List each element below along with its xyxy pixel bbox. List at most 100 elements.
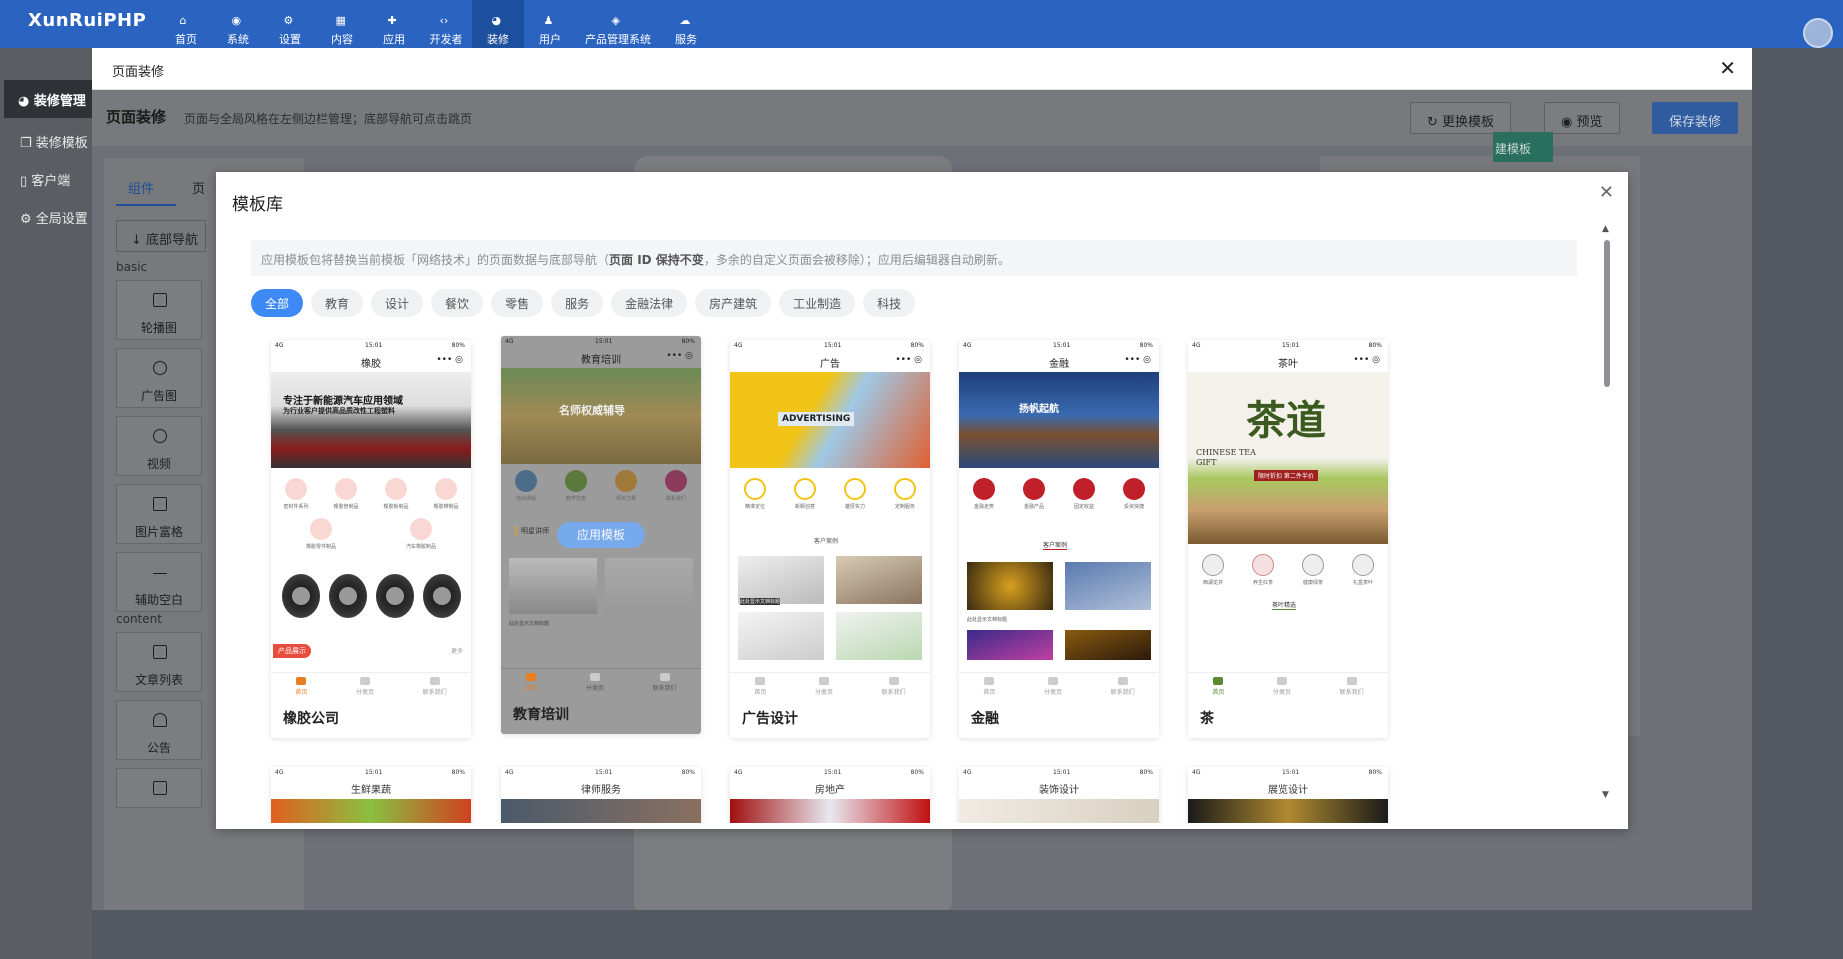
mini-tab: 分类页 [356, 677, 374, 696]
template-card-education[interactable]: 4G 15:01 80% 教育培训 ••• ◎ 名师权威辅导 培训课程 教学优势 师资… [501, 336, 701, 734]
scrollbar[interactable]: ▲ ▼ [1602, 224, 1610, 800]
category-icon: 金融走势 [960, 478, 1008, 510]
button-label: 更换模板 [1442, 115, 1495, 130]
filter-chip[interactable]: 服务 [551, 289, 604, 317]
bell-icon [153, 713, 167, 727]
component-label: 公告 [146, 741, 171, 755]
change-template-button[interactable]: ↻ 更换模板 [1410, 102, 1512, 134]
signal: 4G [963, 342, 972, 349]
notice-bar: 应用模板包将替换当前模板「网络技术」的页面数据与底部导航（页面 ID 保持不变，… [251, 240, 1577, 276]
sidebar-item-client[interactable]: ▯ 客户端 [0, 163, 92, 193]
avatar[interactable] [1803, 18, 1833, 48]
mini-nav-title: 广告 ••• ◎ [730, 352, 930, 372]
status-bar: 4G 15:01 80% [730, 340, 930, 352]
component-image-grid[interactable]: 图片富格 [116, 484, 202, 544]
icon-grid: 金融走势 金融产品 固定收益 投资快捷 [959, 478, 1159, 518]
bottom-nav-button[interactable]: ↓ 底部导航 [116, 220, 206, 252]
template-name: 教育培训 [513, 707, 569, 723]
component-label: 轮播图 [140, 321, 177, 335]
template-card[interactable]: 4G 15:01 80% 房地产 [730, 767, 930, 823]
topnav-developer[interactable]: ‹› 开发者 [420, 0, 472, 48]
topnav-settings[interactable]: ⚙ 设置 [264, 0, 316, 48]
top-nav: ⌂ 首页 ◉ 系统 ⚙ 设置 ▦ 内容 ✚ 应用 ‹› 开发者 ◕ 装修 ♟ 用户 ◈ 产品管理系… [160, 0, 712, 48]
app-logo[interactable]: XunRuiPHP [28, 10, 146, 31]
sidebar-item-templates[interactable]: ❐ 装修模板 [0, 125, 92, 155]
mobile-icon: ▯ [20, 174, 32, 189]
button-label: 预览 [1576, 115, 1603, 130]
close-icon[interactable]: ✕ [1719, 58, 1736, 78]
close-icon[interactable]: ✕ [1599, 182, 1614, 203]
component-ad[interactable]: 广告图 [116, 348, 202, 408]
template-card-rubber[interactable]: 4G 15:01 80% 橡胶 ••• ◎ 专注于新能源汽车应用领域 为行业客户提供高… [271, 340, 471, 738]
component-video[interactable]: 视频 [116, 416, 202, 476]
new-template-button[interactable]: 建模板 [1493, 132, 1553, 162]
tab-components[interactable]: 组件 [128, 178, 154, 197]
component-notice[interactable]: 公告 [116, 700, 202, 760]
filter-chip[interactable]: 工业制造 [779, 289, 856, 317]
tire-image [328, 574, 367, 618]
topnav-decorate[interactable]: ◕ 装修 [472, 0, 524, 48]
template-card[interactable]: 4G 15:01 80% 展览设计 [1188, 767, 1388, 823]
template-card-tea[interactable]: 4G 15:01 80% 茶叶 ••• ◎ 茶道 CHINESE TEA GIFT 限… [1188, 340, 1388, 738]
component-spacer[interactable]: 辅助空白 [116, 552, 202, 612]
template-card[interactable]: 4G 15:01 80% 生鲜果蔬 [271, 767, 471, 823]
filter-chip[interactable]: 科技 [863, 289, 916, 317]
scroll-up-icon[interactable]: ▲ [1602, 224, 1609, 234]
topnav-apps[interactable]: ✚ 应用 [368, 0, 420, 48]
mini-tab: 联系我们 [1340, 677, 1364, 696]
tire-image [422, 574, 461, 618]
scroll-thumb[interactable] [1604, 240, 1610, 387]
template-card[interactable]: 4G 15:01 80% 律师服务 [501, 767, 701, 823]
case-image [836, 612, 922, 660]
save-button[interactable]: 保存装修 [1652, 102, 1739, 134]
apply-template-button[interactable]: 应用模板 [557, 522, 645, 548]
mini-tab: 分类页 [586, 673, 604, 692]
category-icon: 联系我们 [652, 470, 700, 502]
more-link: 更多 [450, 648, 463, 655]
battery: 80% [451, 342, 465, 349]
mini-tab: 首页 [525, 673, 537, 692]
filter-chip[interactable]: 设计 [371, 289, 424, 317]
template-card[interactable]: 4G 15:01 80% 装饰设计 [959, 767, 1159, 823]
puzzle-icon: ✚ [387, 14, 397, 27]
logo-text: XunRuiPHP [28, 10, 147, 31]
category-icon: 养生红茶 [1239, 554, 1287, 586]
sidebar-head[interactable]: ◕ 装修管理 [4, 80, 92, 118]
preview-button[interactable]: ◉ 预览 [1544, 102, 1620, 134]
caption: 此处显示文档标题 [740, 598, 781, 605]
banner-image [501, 799, 701, 823]
filter-chip[interactable]: 金融法律 [611, 289, 688, 317]
sidebar-item-global[interactable]: ⚙ 全局设置 [0, 201, 92, 231]
topnav-system[interactable]: ◉ 系统 [212, 0, 264, 48]
banner-image [271, 799, 471, 823]
filter-all[interactable]: 全部 [251, 289, 304, 317]
filter-chip[interactable]: 零售 [491, 289, 544, 317]
tab-pages[interactable]: 页 [192, 178, 205, 197]
section-title: 茶叶精选 [1272, 602, 1297, 610]
topnav-users[interactable]: ♟ 用户 [524, 0, 576, 48]
time: 15:01 [1053, 342, 1071, 349]
filter-chip[interactable]: 餐饮 [431, 289, 484, 317]
component-article-list[interactable]: 文章列表 [116, 632, 202, 692]
notice-bold: 页面 ID 保持不变 [609, 253, 704, 267]
nav-title: 生鲜果蔬 [351, 785, 391, 796]
filter-chip[interactable]: 教育 [311, 289, 364, 317]
template-card-finance[interactable]: 4G 15:01 80% 金融 ••• ◎ 扬帆起航 金融走势 金融产品 固定收益 投… [959, 340, 1159, 738]
banner-image: 扬帆起航 [959, 372, 1159, 468]
topnav-products[interactable]: ◈ 产品管理系统 [576, 0, 660, 48]
top-navbar: XunRuiPHP ⌂ 首页 ◉ 系统 ⚙ 设置 ▦ 内容 ✚ 应用 ‹› 开发者 ◕ 装修 … [0, 0, 1843, 48]
home-icon: ⌂ [179, 14, 187, 27]
topnav-content[interactable]: ▦ 内容 [316, 0, 368, 48]
filter-chip[interactable]: 房产建筑 [695, 289, 772, 317]
scroll-down-icon[interactable]: ▼ [1602, 790, 1609, 800]
mini-tab: 首页 [754, 677, 766, 696]
topnav-services[interactable]: ☁ 服务 [660, 0, 712, 48]
caption: 此处显示文档标题 [509, 621, 550, 627]
component-label: 视频 [146, 457, 171, 471]
component-carousel[interactable]: 轮播图 [116, 280, 202, 340]
template-card-ad-design[interactable]: 4G 15:01 80% 广告 ••• ◎ ADVERTISING 精准定位 新颖创意… [730, 340, 930, 738]
component-more[interactable] [116, 768, 202, 808]
section-badge: 产品展示 [273, 644, 311, 658]
topnav-home[interactable]: ⌂ 首页 [160, 0, 212, 48]
cloud-icon: ☁ [679, 14, 691, 27]
